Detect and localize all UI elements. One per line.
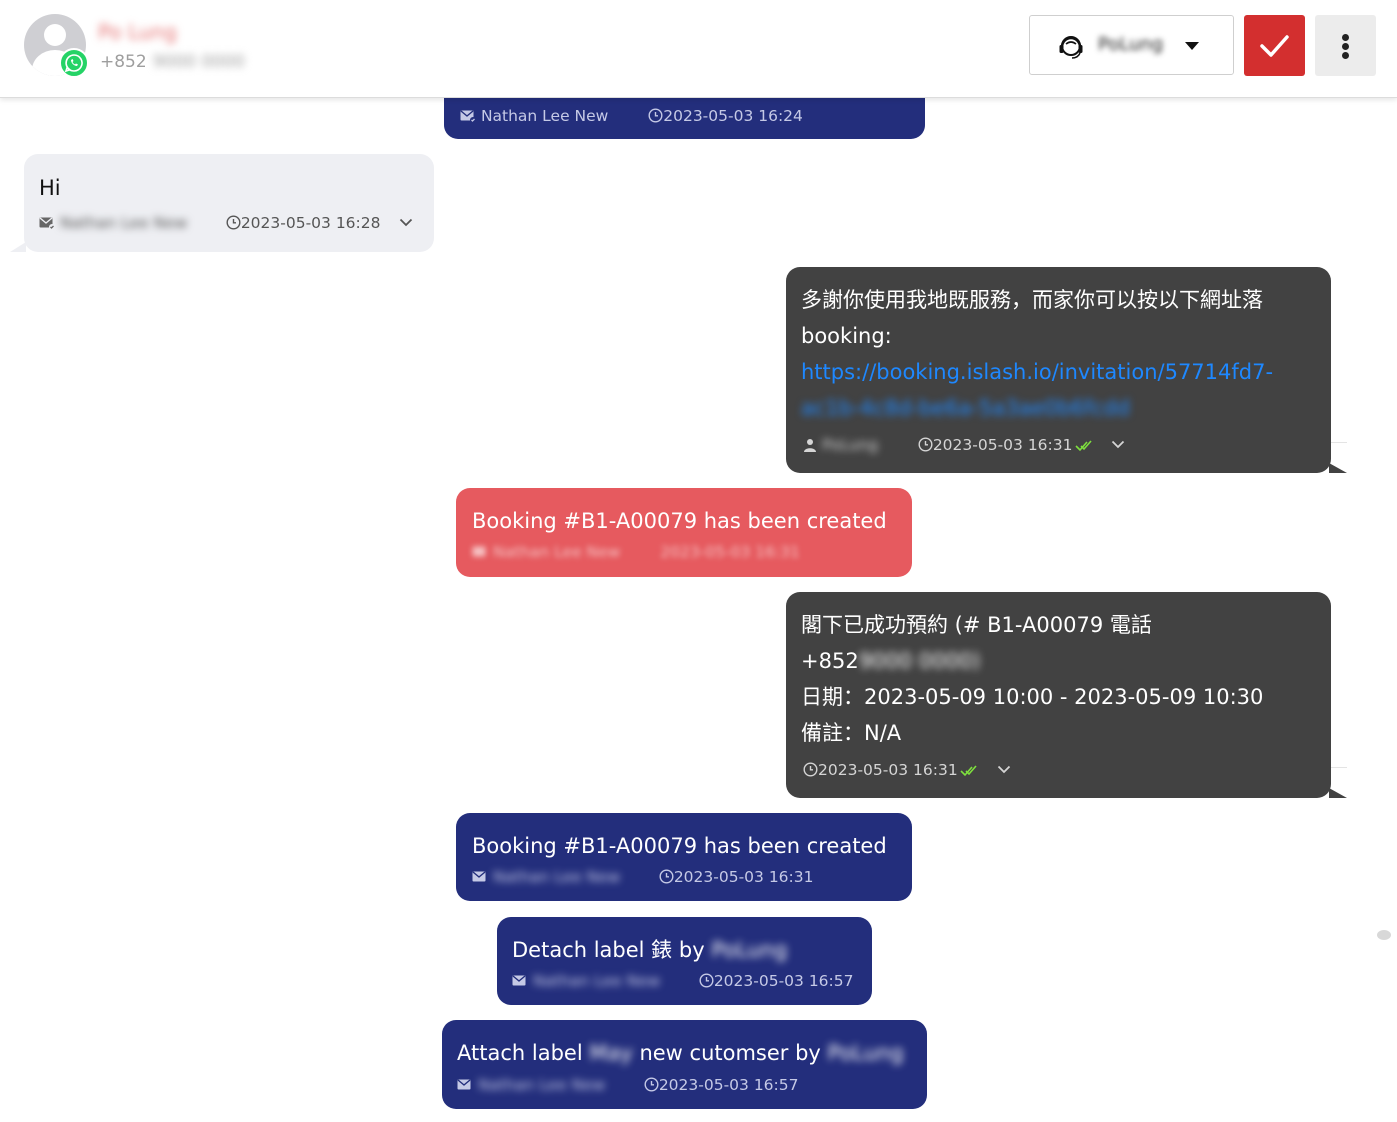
message-meta: Nathan Lee New 2023-05-03 16:57: [457, 1076, 799, 1094]
more-options-button[interactable]: [1315, 15, 1376, 76]
clock-icon: [226, 215, 241, 230]
message-text: Booking #B1-A00079 has been created: [472, 834, 887, 858]
message-text: Hi: [39, 176, 61, 200]
system-message-label: Detach label 錶 by PoLung Nathan Lee New …: [497, 917, 872, 1005]
actor-name: PoLung: [711, 938, 788, 962]
clock-icon: [648, 108, 663, 123]
outgoing-message: 閣下已成功預約 (# B1-A00079 電話 +8529000 0000) 日…: [786, 592, 1347, 798]
phone-prefix: +852: [100, 52, 147, 72]
double-check-icon: [1074, 440, 1092, 452]
message-text: Attach label May new cutomser by PoLung: [457, 1035, 904, 1071]
bubble-tail: [1329, 463, 1347, 473]
label-action-text: Attach label: [457, 1041, 583, 1065]
system-message-created: Booking #B1-A00079 has been created Nath…: [456, 488, 912, 577]
message-line: 多謝你使用我地既服務，而家你可以按以下網址落: [801, 288, 1263, 312]
label-name: May: [589, 1041, 633, 1065]
contact-name: Po Lung: [98, 20, 177, 44]
incoming-message: Hi Nathan Lee New 2023-05-03 16:28: [10, 154, 434, 252]
contact-phone: +852 9000 0000: [100, 52, 245, 72]
message-sender: Nathan Lee New: [492, 543, 621, 561]
message-time: 2023-05-03 16:24: [663, 107, 803, 125]
email-check-icon: [457, 1079, 471, 1090]
message-time: 2023-05-03 16:31: [818, 761, 958, 779]
more-vertical-icon: [1342, 52, 1349, 59]
clock-icon: [644, 1077, 659, 1092]
message-time: 2023-05-03 16:28: [240, 214, 381, 232]
message-meta: Nathan Lee New 2023-05-03 16:31: [472, 868, 814, 886]
caret-down-icon: [1185, 42, 1199, 50]
message-sender: Nathan Lee New: [492, 868, 621, 886]
avatar-head: [44, 24, 66, 46]
chevron-down-icon[interactable]: [997, 765, 1011, 774]
message-text: 多謝你使用我地既服務，而家你可以按以下網址落 booking: https://…: [801, 282, 1273, 426]
message-time: 2023-05-03 16:57: [658, 1076, 799, 1094]
phone-number-blurred: 9000 0000): [858, 649, 981, 673]
email-check-icon: [512, 975, 526, 986]
whatsapp-icon: [59, 48, 89, 78]
assignee-name: PoLung: [1098, 34, 1164, 55]
email-check-icon: [472, 546, 486, 557]
message-sender: Nathan Lee New: [480, 107, 609, 125]
outgoing-message: 多謝你使用我地既服務，而家你可以按以下網址落 booking: https://…: [786, 267, 1347, 473]
message-sender: Nathan Lee New: [477, 1076, 606, 1094]
divider: [1331, 442, 1347, 443]
chat-area: Nathan Lee New 2023-05-03 16:24 Hi Natha…: [0, 0, 1397, 1122]
double-check-icon: [960, 765, 977, 777]
message-sender: Nathan Lee New: [532, 972, 661, 990]
message-meta: PoLung 2023-05-03 16:31: [803, 436, 1125, 454]
chevron-down-icon[interactable]: [1111, 440, 1125, 449]
scrollbar-thumb[interactable]: [1377, 930, 1391, 940]
check-icon: [1260, 35, 1289, 57]
message-sender: Nathan Lee New: [59, 214, 188, 232]
more-vertical-icon: [1342, 43, 1349, 50]
phone-prefix: +852: [801, 649, 859, 673]
email-check-icon: [472, 871, 486, 882]
message-line: 日期：2023-05-09 10:00 - 2023-05-09 10:30: [801, 685, 1264, 709]
message-time: 2023-05-03 16:31: [660, 543, 800, 561]
system-message-created: Booking #B1-A00079 has been created Nath…: [456, 813, 912, 901]
headset-agent-icon: [1059, 36, 1083, 59]
phone-number-blurred: 9000 0000: [152, 52, 245, 72]
resolve-button[interactable]: [1244, 15, 1305, 76]
email-check-icon: [460, 110, 476, 123]
clock-icon: [803, 762, 818, 777]
more-vertical-icon: [1342, 34, 1349, 41]
divider: [1331, 767, 1347, 768]
message-text: Detach label 錶 by PoLung: [512, 932, 787, 968]
booking-link-continued[interactable]: ac1b-4c8d-be6a-5a3ae0b6fcdd: [801, 396, 1130, 420]
clock-icon: [699, 973, 714, 988]
bubble-tail: [1329, 788, 1347, 798]
message-time: 2023-05-03 16:31: [673, 868, 814, 886]
message-line: 備註：N/A: [801, 721, 902, 745]
message-line: booking:: [801, 324, 892, 348]
user-icon: [804, 439, 816, 452]
actor-name: PoLung: [827, 1041, 904, 1065]
message-meta: Nathan Lee New 2023-05-03 16:31: [472, 543, 800, 561]
booking-link[interactable]: https://booking.islash.io/invitation/577…: [801, 360, 1273, 384]
bubble-tail: [10, 242, 26, 252]
message-meta: Nathan Lee New 2023-05-03 16:57: [512, 972, 854, 990]
message-time: 2023-05-03 16:31: [932, 436, 1073, 454]
email-check-icon: [39, 217, 55, 230]
message-meta: 2023-05-03 16:31: [803, 761, 1011, 779]
chevron-down-icon[interactable]: [399, 218, 413, 227]
label-action-text: new cutomser by: [639, 1041, 821, 1065]
label-action-text: Detach label 錶 by: [512, 938, 705, 962]
system-message-label: Attach label May new cutomser by PoLung …: [442, 1020, 927, 1109]
message-meta: Nathan Lee New 2023-05-03 16:28: [39, 214, 413, 232]
message-meta: Nathan Lee New 2023-05-03 16:24: [460, 107, 803, 125]
conversation-header: Po Lung +852 9000 0000 PoLung: [0, 0, 1397, 98]
clock-icon: [659, 869, 674, 884]
message-line: +8529000 0000): [801, 643, 1263, 679]
assignee-dropdown[interactable]: PoLung: [1029, 15, 1234, 75]
message-text: 閣下已成功預約 (# B1-A00079 電話 +8529000 0000) 日…: [801, 607, 1263, 751]
message-line: 閣下已成功預約 (# B1-A00079 電話: [801, 613, 1152, 637]
clock-icon: [918, 437, 933, 452]
message-time: 2023-05-03 16:57: [713, 972, 854, 990]
message-text: Booking #B1-A00079 has been created: [472, 509, 887, 533]
message-sender: PoLung: [821, 436, 879, 454]
